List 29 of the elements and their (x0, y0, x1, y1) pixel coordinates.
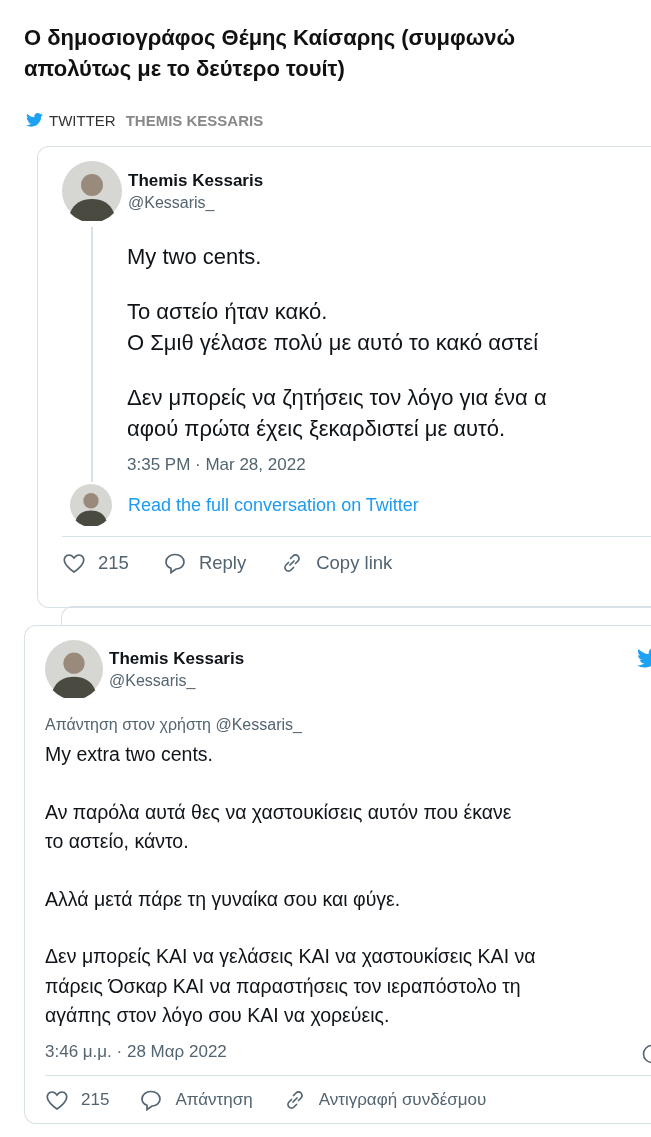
copy-link-button[interactable]: Αντιγραφή συνδέσμου (318, 1089, 487, 1110)
bird-icon (26, 113, 43, 127)
tweet-timestamp[interactable]: 3:35 PM · Mar 28, 2022 (127, 454, 547, 482)
reply-to-text: Απάντηση στον χρήστη @Kessaris_ (45, 715, 303, 735)
tweet-paragraph: Αλλά μετά πάρε τη γυναίκα σου και φύγε. (45, 886, 402, 912)
author-handle[interactable]: @Kessaris_ (128, 193, 264, 212)
source-author: THEMIS KESSARIS (125, 111, 264, 129)
copy-link-button[interactable]: Copy link (316, 552, 393, 574)
reply-button[interactable]: Απάντηση (175, 1089, 253, 1110)
reply-button[interactable]: Reply (198, 552, 247, 574)
speech-bubble-icon[interactable] (162, 551, 187, 575)
avatar-icon[interactable] (70, 484, 112, 526)
article-headline: Ο δημοσιογράφος Θέμης Καίσαρης (συμφωνώ απολύτως με το δεύτερο τουίτ) (23, 24, 517, 83)
tweet-paragraph: Δεν μπορείς να ζητήσεις τον λόγο για ένα α αφού πρώτα έχεις ξεκαρδιστεί με αυτό. (127, 384, 547, 443)
source-site: TWITTER (49, 111, 116, 129)
tweet-paragraph: My extra two cents. (45, 742, 214, 767)
tweet-paragraph: My two cents. (127, 243, 263, 271)
author-handle[interactable]: @Kessaris_ (109, 671, 245, 690)
avatar-icon[interactable] (62, 161, 122, 221)
author-name[interactable]: Themis Kessaris (109, 648, 245, 669)
heart-icon[interactable] (62, 551, 86, 575)
tweet-paragraph: Το αστείο ήταν κακό. Ο Σμιθ γέλασε πολύ με αυτό το κακό αστεί (127, 298, 540, 357)
tweet-paragraph: Αν παρόλα αυτά θες να χαστουκίσεις αυτόν που έκανε το αστείο, κάντο. (45, 799, 513, 854)
tweet-timestamp[interactable]: 3:46 μ.μ. · 28 Μαρ 2022 (45, 1040, 536, 1063)
author-name[interactable]: Themis Kessaris (128, 170, 264, 191)
like-count[interactable]: 215 (81, 1089, 110, 1110)
tweet-paragraph: Δεν μπορείς ΚΑΙ να γελάσεις ΚΑΙ να χαστουκίσεις ΚΑΙ να πάρεις Όσκαρ ΚΑΙ να παραστήσεις τον ιεραπόστολο τη αγάπης στον λόγο σου ΚΑΙ να χορεύεις. (45, 944, 536, 1028)
like-count[interactable]: 215 (98, 552, 129, 574)
avatar-icon[interactable] (45, 640, 103, 698)
